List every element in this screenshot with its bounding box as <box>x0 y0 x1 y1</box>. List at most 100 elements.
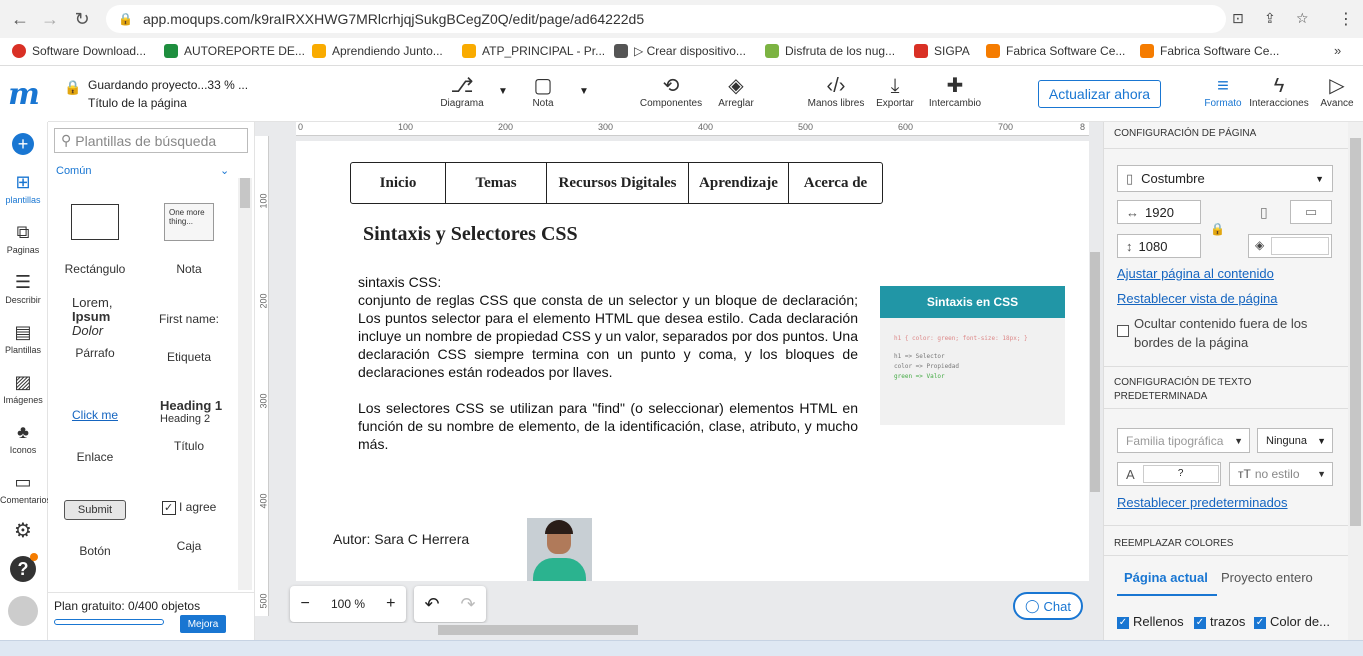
freehand-button[interactable]: ‹/› Manos libres <box>805 74 867 109</box>
forward-icon[interactable]: → <box>36 5 64 33</box>
bookmark-item[interactable]: Aprendiendo Junto... <box>312 44 443 58</box>
page-size-select[interactable]: ▯ Costumbre ▼ <box>1117 165 1333 192</box>
app-logo[interactable]: m <box>0 66 48 122</box>
template-search-input[interactable]: ⚲ Plantillas de búsqueda <box>54 128 248 153</box>
nav-item-topics[interactable]: Temas <box>446 163 547 203</box>
chevron-down-icon[interactable]: ▼ <box>579 86 589 97</box>
template-link[interactable]: Click me Enlace <box>48 392 142 472</box>
template-button[interactable]: Submit Botón <box>48 490 142 570</box>
chevron-down-icon[interactable]: ▼ <box>498 86 508 97</box>
redo-icon[interactable]: ↷ <box>460 594 475 615</box>
width-input[interactable]: ↔ 1920 <box>1117 200 1201 224</box>
font-weight-select[interactable]: Ninguna ▼ <box>1257 428 1333 453</box>
template-paragraph[interactable]: Lorem, Ipsum Dolor Párrafo <box>48 292 142 372</box>
fit-page-link[interactable]: Ajustar página al contenido <box>1117 266 1274 281</box>
format-tab[interactable]: ≡ Formato <box>1202 74 1244 109</box>
body-paragraph-1[interactable]: sintaxis CSS: conjunto de reglas CSS que… <box>358 273 858 381</box>
undo-icon[interactable]: ↶ <box>424 594 439 615</box>
diagram-button[interactable]: ⎇ Diagrama <box>440 74 484 109</box>
components-button[interactable]: ⟲ Componentes <box>638 74 704 109</box>
body-paragraph-2[interactable]: Los selectores CSS se utilizan para "fin… <box>358 399 858 453</box>
scroll-thumb[interactable] <box>1350 138 1361 526</box>
portrait-icon[interactable]: ▯ <box>1260 204 1268 221</box>
bookmark-item[interactable]: ATP_PRINCIPAL - Pr... <box>462 44 605 58</box>
bookmark-item[interactable]: Fabrica Software Ce... <box>1140 44 1279 58</box>
rail-comments[interactable]: ▭ Comentarios <box>0 472 51 505</box>
back-icon[interactable]: ← <box>6 5 34 33</box>
chat-button[interactable]: ◯ Chat <box>1013 592 1083 620</box>
background-color-picker[interactable]: ◈ <box>1248 234 1332 258</box>
template-note[interactable]: One more thing... Nota <box>142 192 236 282</box>
tab-whole-project[interactable]: Proyecto entero <box>1221 570 1313 585</box>
bookmark-item[interactable]: Disfruta de los nug... <box>765 44 895 58</box>
nav-menu[interactable]: Inicio Temas Recursos Digitales Aprendiz… <box>350 162 883 204</box>
upgrade-button[interactable]: Mejora <box>180 615 226 633</box>
user-avatar[interactable] <box>8 596 38 626</box>
bookmark-item[interactable]: AUTOREPORTE DE... <box>164 44 305 58</box>
advanced-tab[interactable]: ▷ Avance <box>1316 74 1358 109</box>
more-bookmarks-icon[interactable]: » <box>1334 43 1341 58</box>
rail-images[interactable]: ▨ Imágenes <box>0 372 46 405</box>
bookmark-item[interactable]: SIGPA <box>914 44 970 58</box>
canvas-vscrollbar[interactable] <box>1089 136 1101 618</box>
nav-item-about[interactable]: Acerca de <box>789 163 882 203</box>
hide-outside-checkbox[interactable] <box>1117 325 1129 337</box>
template-scrollbar[interactable] <box>238 178 252 590</box>
menu-kebab-icon[interactable]: ⋮ <box>1338 9 1354 29</box>
template-label[interactable]: First name: Etiqueta <box>142 292 236 372</box>
format-panel-scrollbar[interactable] <box>1348 122 1363 640</box>
nav-item-home[interactable]: Inicio <box>351 163 446 203</box>
nav-item-resources[interactable]: Recursos Digitales <box>547 163 689 203</box>
arrange-button[interactable]: ◈ Arreglar <box>711 74 761 109</box>
rail-outline[interactable]: ☰ Describir <box>0 272 46 305</box>
text-style-select[interactable]: ᴛT no estilo ▼ <box>1229 462 1333 486</box>
settings-icon[interactable]: ⚙ <box>0 518 46 543</box>
canvas-hscrollbar[interactable] <box>278 623 1086 637</box>
address-bar[interactable]: 🔒 app.moqups.com/k9raIRXXHWG7MRlcrhjqjSu… <box>106 5 1226 33</box>
rail-templates[interactable]: ⊞ plantillas <box>0 172 46 205</box>
star-icon[interactable]: ☆ <box>1296 10 1309 27</box>
lock-ratio-icon[interactable]: 🔒 <box>1210 222 1225 236</box>
author-text[interactable]: Autor: Sara C Herrera <box>333 531 469 547</box>
zoom-in-button[interactable]: + <box>386 595 395 613</box>
bookmark-item[interactable]: Fabrica Software Ce... <box>986 44 1125 58</box>
text-color-checkbox[interactable]: ✓ Color de... <box>1254 614 1330 629</box>
nav-item-learning[interactable]: Aprendizaje <box>689 163 789 203</box>
page-heading[interactable]: Sintaxis y Selectores CSS <box>363 223 578 246</box>
note-button[interactable]: ▢ Nota <box>526 74 560 109</box>
share-icon[interactable]: ⇪ <box>1264 10 1276 27</box>
scroll-thumb[interactable] <box>1090 252 1100 492</box>
scroll-thumb[interactable] <box>438 625 638 635</box>
add-icon[interactable]: + <box>12 133 34 155</box>
template-heading[interactable]: Heading 1 Heading 2 Título <box>142 392 236 472</box>
category-label[interactable]: Común <box>56 165 91 177</box>
rail-masters[interactable]: ▤ Plantillas <box>0 322 46 355</box>
interactions-tab[interactable]: ϟ Interacciones <box>1248 74 1310 109</box>
css-syntax-image[interactable]: Sintaxis en CSS h1 { color: green; font-… <box>880 286 1065 425</box>
zoom-level[interactable]: 100 % <box>331 597 365 611</box>
chevron-down-icon[interactable]: ⌄ <box>220 164 229 177</box>
strokes-checkbox[interactable]: ✓ trazos <box>1194 614 1245 629</box>
rail-icons[interactable]: ♣ Iconos <box>0 422 46 455</box>
height-input[interactable]: ↕ 1080 <box>1117 234 1201 258</box>
page-title[interactable]: Título de la página <box>88 96 187 110</box>
bookmark-item[interactable]: ▷ Crear dispositivo... <box>614 44 746 58</box>
reset-view-link[interactable]: Restablecer vista de página <box>1117 291 1277 306</box>
tab-current-page[interactable]: Página actual <box>1124 570 1208 585</box>
export-button[interactable]: ⤓ Exportar <box>874 74 916 109</box>
zoom-out-button[interactable]: − <box>301 595 310 613</box>
scroll-thumb[interactable] <box>240 178 250 208</box>
reload-icon[interactable]: ↻ <box>68 5 96 33</box>
translate-icon[interactable]: ⊡ <box>1232 10 1244 27</box>
landscape-icon[interactable]: ▭ <box>1290 200 1332 224</box>
fills-checkbox[interactable]: ✓ Rellenos <box>1117 614 1184 629</box>
font-family-select[interactable]: Familia tipográfica ▼ <box>1117 428 1250 453</box>
font-size-input[interactable]: A ? <box>1117 462 1221 486</box>
rail-pages[interactable]: ⧉ Paginas <box>0 222 46 255</box>
template-rectangle[interactable]: Rectángulo <box>48 192 142 282</box>
template-checkbox[interactable]: ✓ I agree Caja <box>142 490 236 570</box>
reset-defaults-link[interactable]: Restablecer predeterminados <box>1117 495 1288 510</box>
bookmark-item[interactable]: Software Download... <box>12 44 146 58</box>
exchange-button[interactable]: ✚ Intercambio <box>926 74 984 109</box>
design-page[interactable]: Inicio Temas Recursos Digitales Aprendiz… <box>296 141 1089 581</box>
